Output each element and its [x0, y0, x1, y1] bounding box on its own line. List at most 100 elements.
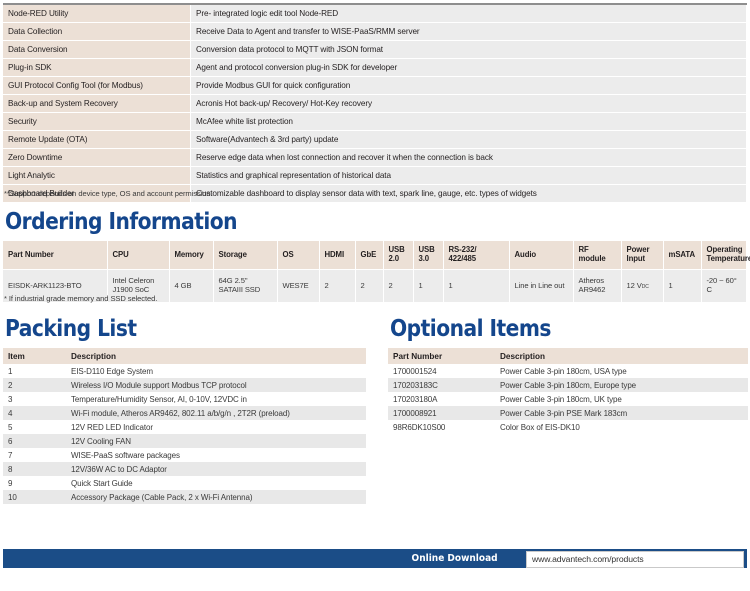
col-header-item: Item [3, 348, 66, 364]
col-header-storage: Storage [213, 241, 278, 270]
table-row: Data Collection Receive Data to Agent an… [3, 22, 747, 41]
col-header-usb-30: USB 3.0 [413, 241, 444, 270]
table-row: 170203180A Power Cable 3-pin 180cm, UK ty… [388, 392, 748, 406]
table-header-row: Item Description [3, 348, 366, 364]
col-header-msata: mSATA [663, 241, 702, 270]
cell-usb-20: 2 [383, 269, 414, 303]
cell-description: Temperature/Humidity Sensor, AI, 0-10V, … [66, 392, 366, 406]
table-row: 170203183C Power Cable 3-pin 180cm, Europ… [388, 378, 748, 392]
feature-description: Customizable dashboard to display sensor… [190, 184, 747, 203]
footer-online-download-label: Online Download [411, 553, 498, 564]
cell-item: 7 [3, 448, 66, 462]
cell-description: 12V Cooling FAN [66, 434, 366, 448]
feature-description: Provide Modbus GUI for quick configurati… [190, 76, 747, 95]
col-header-power-input: Power Input [621, 241, 664, 270]
table-row: 3 Temperature/Humidity Sensor, AI, 0-10V,… [3, 392, 366, 406]
feature-name: Security [3, 112, 191, 131]
cell-part-number: 98R6DK10S00 [388, 420, 495, 434]
feature-description: Acronis Hot back-up/ Recovery/ Hot-Key r… [190, 94, 747, 113]
cell-operating-temperature: -20 ~ 60° C [701, 269, 747, 303]
page-title-optional-items: Optional Items [390, 316, 551, 342]
cell-description: Accessory Package (Cable Pack, 2 x Wi-Fi… [66, 490, 366, 504]
col-header-gbe: GbE [355, 241, 384, 270]
col-header-audio: Audio [509, 241, 574, 270]
feature-name: Light Analytic [3, 166, 191, 185]
col-header-part-number: Part Number [388, 348, 495, 364]
cell-item: 5 [3, 420, 66, 434]
feature-description: Agent and protocol conversion plug-in SD… [190, 58, 747, 77]
feature-name: Zero Downtime [3, 148, 191, 167]
col-header-part-number: Part Number [3, 241, 108, 270]
table-row: Node-RED Utility Pre- integrated logic e… [3, 5, 747, 23]
cell-serial: 1 [443, 269, 510, 303]
cell-item: 4 [3, 406, 66, 420]
cell-power-input: 12 VDC [621, 269, 664, 303]
features-footnote: **Support depends on device type, OS and… [4, 189, 213, 198]
features-table-body: Node-RED Utility Pre- integrated logic e… [3, 5, 747, 203]
cell-audio: Line in Line out [509, 269, 574, 303]
col-header-cpu: CPU [107, 241, 170, 270]
cell-memory: 4 GB [169, 269, 214, 303]
cell-item: 3 [3, 392, 66, 406]
cell-os: WES7E [277, 269, 320, 303]
table-row: Zero Downtime Reserve edge data when los… [3, 148, 747, 167]
ordering-table-head: Part Number CPU Memory Storage OS HDMI G… [3, 241, 750, 270]
col-header-description: Description [66, 348, 366, 364]
table-row: 10 Accessory Package (Cable Pack, 2 x Wi-… [3, 490, 366, 504]
cell-description: Power Cable 3-pin PSE Mark 183cm [495, 406, 748, 420]
table-header-row: Part Number CPU Memory Storage OS HDMI G… [3, 241, 750, 270]
table-row: 5 12V RED LED Indicator [3, 420, 366, 434]
feature-name: Back-up and System Recovery [3, 94, 191, 113]
optional-items-table: Part Number Description 1700001524 Power … [388, 348, 748, 434]
table-row: Security McAfee white list protection [3, 112, 747, 131]
cell-description: Power Cable 3-pin 180cm, Europe type [495, 378, 748, 392]
table-row: 1700008921 Power Cable 3-pin PSE Mark 183… [388, 406, 748, 420]
table-row: 6 12V Cooling FAN [3, 434, 366, 448]
cell-description: 12V/36W AC to DC Adaptor [66, 462, 366, 476]
table-row: Remote Update (OTA) Software(Advantech &… [3, 130, 747, 149]
cell-item: 1 [3, 364, 66, 378]
col-header-usb-20: USB 2.0 [383, 241, 414, 270]
table-row: 2 Wireless I/O Module support Modbus TCP … [3, 378, 366, 392]
cell-description: Power Cable 3-pin 180cm, UK type [495, 392, 748, 406]
col-header-memory: Memory [169, 241, 214, 270]
features-spec-table: Node-RED Utility Pre- integrated logic e… [3, 5, 747, 203]
feature-name: Data Conversion [3, 40, 191, 59]
cell-description: EIS-D110 Edge System [66, 364, 366, 378]
col-header-rf-module: RF module [573, 241, 622, 270]
packing-list-spec-table: Item Description 1 EIS-D110 Edge System 2… [3, 348, 366, 504]
cell-item: 10 [3, 490, 66, 504]
cell-item: 2 [3, 378, 66, 392]
features-table: Node-RED Utility Pre- integrated logic e… [3, 3, 747, 203]
cell-description: Wireless I/O Module support Modbus TCP p… [66, 378, 366, 392]
table-row: 4 Wi-Fi module, Atheros AR9462, 802.11 a/… [3, 406, 366, 420]
packing-table-head: Item Description [3, 348, 366, 364]
feature-description: Receive Data to Agent and transfer to WI… [190, 22, 747, 41]
ordering-footnote: * If industrial grade memory and SSD sel… [4, 294, 158, 303]
cell-description: Wi-Fi module, Atheros AR9462, 802.11 a/b… [66, 406, 366, 420]
footer-url-text[interactable]: www.advantech.com/products [532, 554, 644, 564]
optional-items-spec-table: Part Number Description 1700001524 Power … [388, 348, 748, 434]
col-header-os: OS [277, 241, 320, 270]
col-header-operating-temperature: Operating Temperature* [701, 241, 750, 270]
power-input-value: 12 V [626, 280, 642, 290]
cell-gbe: 2 [355, 269, 384, 303]
cell-description: Color Box of EIS-DK10 [495, 420, 748, 434]
cell-item: 9 [3, 476, 66, 490]
table-row: 98R6DK10S00 Color Box of EIS-DK10 [388, 420, 748, 434]
packing-table-body: 1 EIS-D110 Edge System 2 Wireless I/O Modu… [3, 364, 366, 504]
cell-description: WISE-PaaS software packages [66, 448, 366, 462]
cell-description: Quick Start Guide [66, 476, 366, 490]
table-row: Data Conversion Conversion data protocol… [3, 40, 747, 59]
table-row: GUI Protocol Config Tool (for Modbus) Pr… [3, 76, 747, 95]
feature-description: Software(Advantech & 3rd party) update [190, 130, 747, 149]
feature-name: Node-RED Utility [3, 5, 191, 23]
feature-name: Plug-in SDK [3, 58, 191, 77]
table-row: 7 WISE-PaaS software packages [3, 448, 366, 462]
table-row: Light Analytic Statistics and graphical … [3, 166, 747, 185]
feature-name: GUI Protocol Config Tool (for Modbus) [3, 76, 191, 95]
col-header-serial: RS-232/ 422/485 [443, 241, 510, 270]
table-row: 1 EIS-D110 Edge System [3, 364, 366, 378]
cell-usb-30: 1 [413, 269, 444, 303]
feature-description: Statistics and graphical representation … [190, 166, 747, 185]
